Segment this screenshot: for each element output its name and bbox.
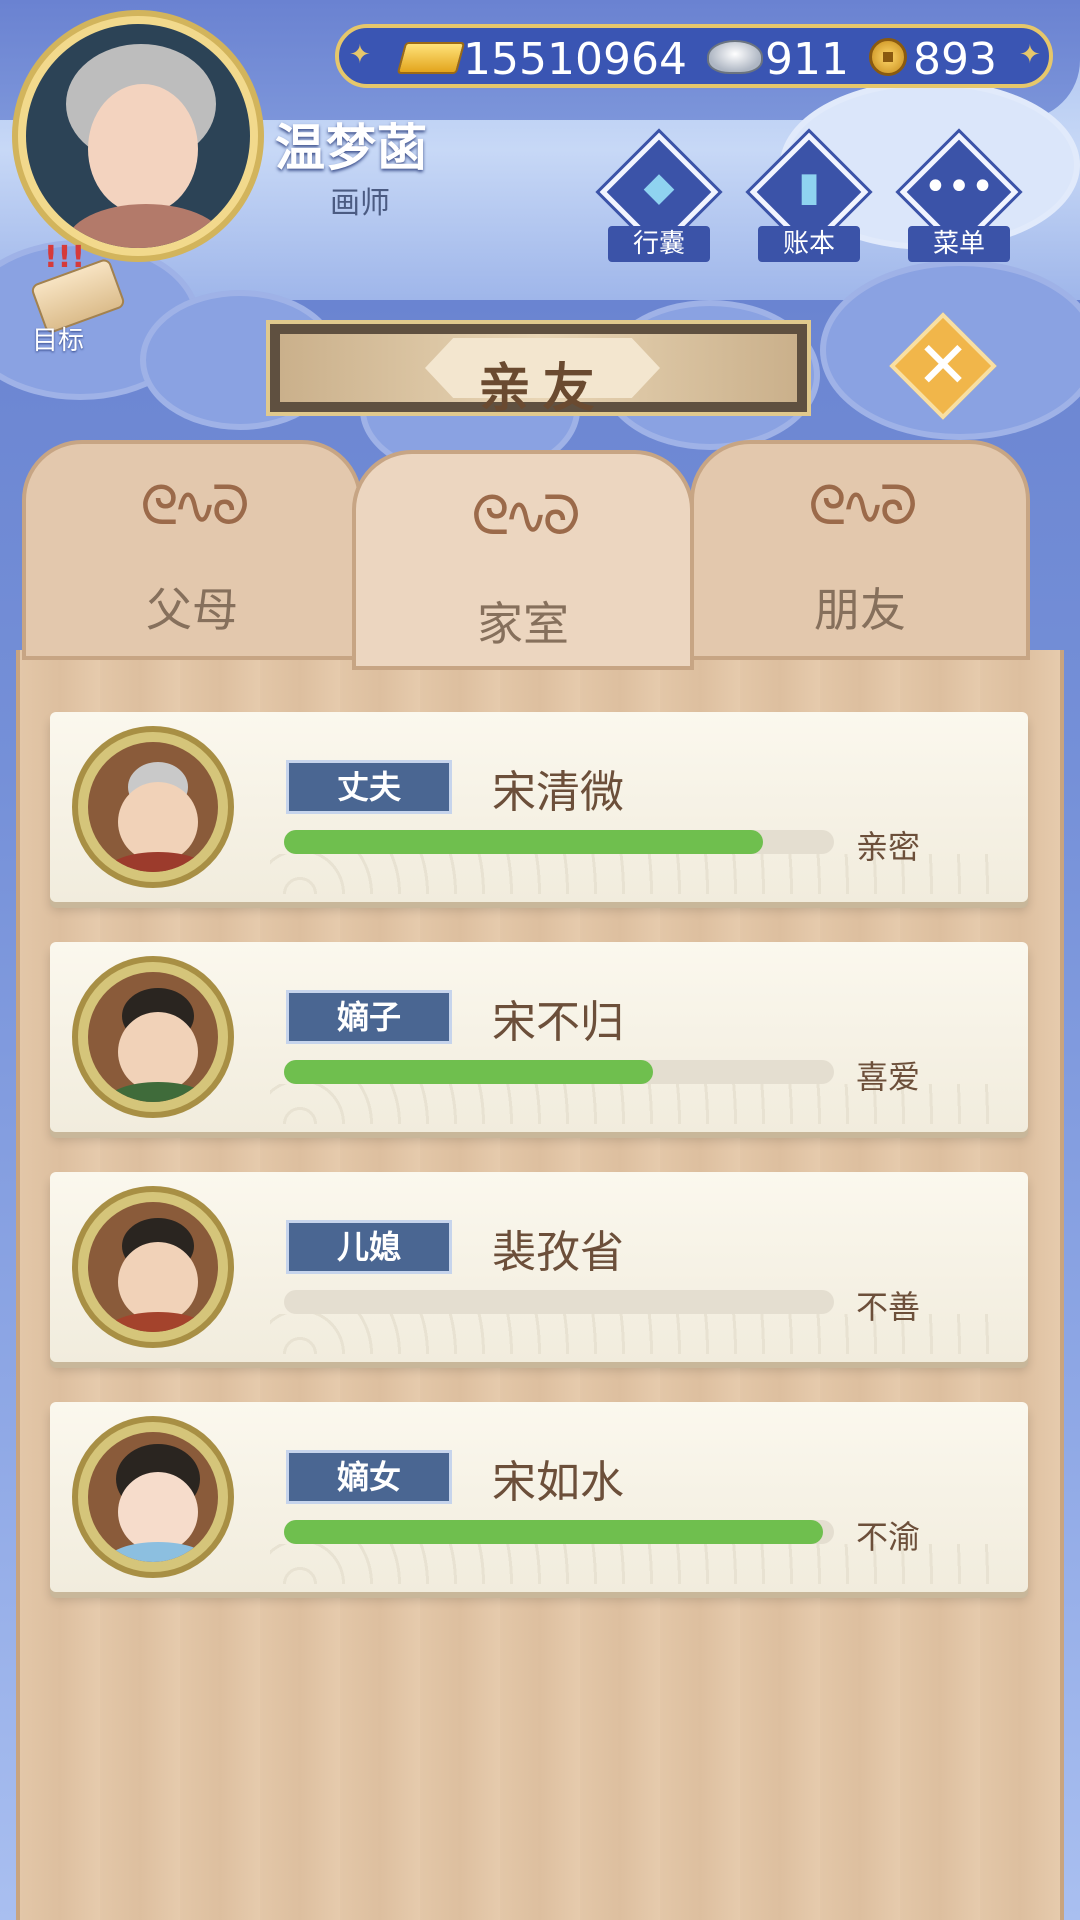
relation-status: 喜爱 [856,1058,921,1096]
gold-amount: 15510964 [463,34,687,85]
bamboo-icon: ✦ [1019,40,1041,70]
silver-ingot-icon [707,40,763,74]
role-tag: 儿媳 [286,1220,452,1274]
family-row[interactable]: 儿媳 裴孜省 不善 [50,1172,1028,1362]
family-row[interactable]: 嫡女 宋如水 不渝 [50,1402,1028,1592]
bag-button[interactable]: ◆ 行囊 [599,132,719,262]
swirl-ornament-icon: ᘓ∿ᘐ [808,474,917,537]
ledger-icon: ▮ [797,164,820,210]
menu-button[interactable]: ••• 菜单 [899,132,1019,262]
bamboo-icon: ✦ [349,40,371,70]
tab-household[interactable]: ᘓ∿ᘐ 家室 [352,450,694,670]
relation-status: 不善 [856,1288,921,1326]
bag-label: 行囊 [608,226,710,262]
role-tag: 嫡子 [286,990,452,1044]
affinity-bar [284,830,834,854]
close-icon: ✕ [916,329,970,403]
tab-label: 家室 [477,597,569,651]
avatar-portrait [26,24,250,248]
character-portrait [88,742,218,872]
character-portrait [88,1202,218,1332]
character-portrait [88,972,218,1102]
portrait-frame [72,956,234,1118]
character-portrait [88,1432,218,1562]
tab-parents[interactable]: ᘓ∿ᘐ 父母 [22,440,362,660]
player-title: 画师 [330,186,390,221]
goal-button[interactable]: !!! 目标 [14,240,127,356]
player-name: 温梦菡 [275,119,428,177]
family-row[interactable]: 丈夫 宋清微 亲密 [50,712,1028,902]
tab-label: 父母 [146,583,238,637]
portrait-frame [72,1186,234,1348]
person-name: 裴孜省 [492,1227,624,1278]
currency-bar: ✦ 15510964 911 893 ✦ [335,24,1053,88]
bag-icon: ◆ [643,164,675,210]
more-icon: ••• [923,164,995,210]
person-name: 宋清微 [492,767,624,818]
affinity-fill [284,1060,653,1084]
family-row[interactable]: 嫡子 宋不归 喜爱 [50,942,1028,1132]
portrait-frame [72,1416,234,1578]
affinity-fill [284,830,763,854]
swirl-ornament-icon: ᘓ∿ᘐ [471,484,580,547]
affinity-bar [284,1290,834,1314]
goal-label: 目标 [32,326,85,356]
person-name: 宋不归 [492,997,624,1048]
gold-ingot-icon [396,42,466,74]
role-tag: 丈夫 [286,760,452,814]
silver-amount: 911 [765,34,849,85]
relation-status: 亲密 [856,828,921,866]
game-screen: 温梦菡 画师 ✦ 15510964 911 893 ✦ ◆ 行囊 ▮ 账本 ••… [0,0,1080,1920]
tab-friends[interactable]: ᘓ∿ᘐ 朋友 [690,440,1030,660]
panel-title-plate: 亲友 [266,320,811,419]
role-tag: 嫡女 [286,1450,452,1504]
title-plate-inner: 亲友 [280,334,797,419]
affinity-fill [284,1520,823,1544]
person-name: 宋如水 [492,1457,624,1508]
ledger-label: 账本 [758,226,860,262]
tab-label: 朋友 [814,583,906,637]
ledger-button[interactable]: ▮ 账本 [749,132,869,262]
player-avatar[interactable] [12,10,264,262]
affinity-bar [284,1060,834,1084]
swirl-ornament-icon: ᘓ∿ᘐ [140,474,249,537]
menu-label: 菜单 [908,226,1010,262]
copper-coin-icon [869,38,907,76]
relation-status: 不渝 [856,1518,921,1556]
coin-amount: 893 [913,34,997,85]
affinity-bar [284,1520,834,1544]
portrait-frame [72,726,234,888]
panel-title: 亲友 [478,359,607,419]
